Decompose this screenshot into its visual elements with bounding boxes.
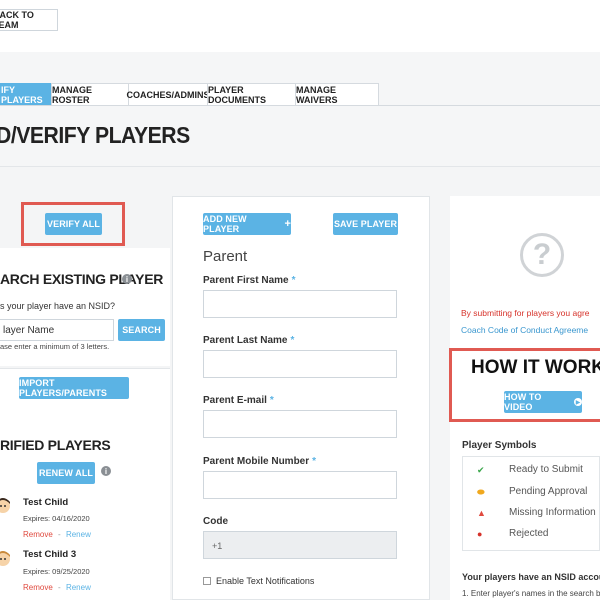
rejected-icon: ● <box>477 529 483 539</box>
label-text: Parent Mobile Number <box>203 456 310 467</box>
page-title: D/VERIFY PLAYERS <box>0 122 190 148</box>
renew-link[interactable]: Renew <box>66 530 91 539</box>
how-it-works-heading: HOW IT WORK <box>471 357 600 378</box>
player-expires: Expires: 09/25/2020 <box>23 567 90 576</box>
tab-player-documents[interactable]: PLAYER DOCUMENTS <box>207 83 296 106</box>
parent-mobile-input[interactable] <box>203 471 397 499</box>
required-mark: * <box>269 395 274 406</box>
text-notifications-label: Enable Text Notifications <box>216 576 315 586</box>
parent-mobile-label: Parent Mobile Number * <box>203 456 316 467</box>
symbol-label: Missing Information <box>509 507 596 518</box>
tab-manage-waivers[interactable]: MANAGE WAIVERS <box>295 83 379 106</box>
add-new-player-label: ADD NEW PLAYER <box>203 214 247 234</box>
required-mark: * <box>290 335 295 346</box>
symbol-label: Ready to Submit <box>509 464 583 475</box>
player-actions: Remove - Renew <box>23 583 91 592</box>
separator: - <box>58 530 61 539</box>
agreement-text: By submitting for players you agre <box>461 308 590 318</box>
parent-first-name-label: Parent First Name * <box>203 275 296 286</box>
renew-link[interactable]: Renew <box>66 583 91 592</box>
play-icon: ▶ <box>574 398 582 406</box>
tab-divider <box>0 105 600 106</box>
country-code-value: +1 <box>212 541 223 551</box>
coach-code-of-conduct-link[interactable]: Coach Code of Conduct Agreeme <box>461 325 588 335</box>
remove-link[interactable]: Remove <box>23 583 53 592</box>
verify-all-button[interactable]: VERIFY ALL <box>45 213 102 235</box>
verified-players-card <box>0 368 170 600</box>
player-avatar <box>0 496 12 514</box>
label-text: Parent Last Name <box>203 335 288 346</box>
nsid-heading: Your players have an NSID accou <box>462 572 600 582</box>
info-icon[interactable]: i <box>122 274 132 284</box>
label-text: Parent E-mail <box>203 395 267 406</box>
player-symbols-heading: Player Symbols <box>462 440 537 451</box>
player-name-search-input[interactable]: layer Name <box>0 319 114 341</box>
remove-link[interactable]: Remove <box>23 530 53 539</box>
add-new-player-button[interactable]: ADD NEW PLAYER + <box>203 213 291 235</box>
verified-players-heading: RIFIED PLAYERS <box>0 437 111 453</box>
parent-section-title: Parent <box>203 248 248 265</box>
separator: - <box>58 583 61 592</box>
player-expires: Expires: 04/16/2020 <box>23 514 90 523</box>
parent-first-name-input[interactable] <box>203 290 397 318</box>
player-name: Test Child <box>23 497 69 508</box>
player-avatar <box>0 549 12 567</box>
nsid-step-text: 1. Enter player's names in the search bo <box>462 589 600 598</box>
tab-coaches-admins[interactable]: COACHES/ADMINS <box>127 83 210 106</box>
label-text: Parent First Name <box>203 275 289 286</box>
how-to-video-button[interactable]: HOW TO VIDEO ▶ <box>504 391 582 413</box>
search-button[interactable]: SEARCH <box>118 319 165 341</box>
country-code-field: +1 <box>203 531 397 559</box>
info-icon[interactable]: i <box>101 466 111 476</box>
tab-bar: IFY PLAYERS MANAGE ROSTER COACHES/ADMINS… <box>0 83 379 106</box>
text-notifications-checkbox[interactable] <box>203 577 211 585</box>
parent-last-name-input[interactable] <box>203 350 397 378</box>
plus-icon: + <box>284 218 291 230</box>
parent-last-name-label: Parent Last Name * <box>203 335 294 346</box>
search-existing-heading-text: ARCH EXISTING PLAYER <box>0 271 164 287</box>
pending-icon: ⬬ <box>477 487 485 497</box>
warning-icon: ▲ <box>477 508 486 518</box>
parent-email-label: Parent E-mail * <box>203 395 274 406</box>
player-symbols-legend: ✔ Ready to Submit ⬬ Pending Approval ▲ M… <box>462 456 600 551</box>
player-name: Test Child 3 <box>23 549 77 560</box>
search-placeholder: layer Name <box>3 324 55 336</box>
search-hint: ase enter a minimum of 3 letters. <box>0 342 110 351</box>
player-actions: Remove - Renew <box>23 530 91 539</box>
code-label: Code <box>203 516 228 527</box>
top-bar: BACK TO TEAM <box>0 0 600 52</box>
parent-email-input[interactable] <box>203 410 397 438</box>
tab-verify-players[interactable]: IFY PLAYERS <box>0 83 52 106</box>
back-to-team-button[interactable]: BACK TO TEAM <box>0 9 58 31</box>
tab-manage-roster[interactable]: MANAGE ROSTER <box>51 83 129 106</box>
symbol-label: Pending Approval <box>509 486 588 497</box>
symbol-label: Rejected <box>509 528 549 539</box>
question-icon: ? <box>520 233 564 277</box>
how-to-video-label: HOW TO VIDEO <box>504 392 542 412</box>
nsid-question: s your player have an NSID? <box>0 301 116 311</box>
renew-all-button[interactable]: RENEW ALL <box>37 462 95 484</box>
save-player-button[interactable]: SAVE PLAYER <box>333 213 398 235</box>
check-icon: ✔ <box>477 465 485 475</box>
required-mark: * <box>312 456 317 467</box>
search-existing-heading: ARCH EXISTING PLAYER <box>0 271 163 287</box>
import-players-parents-button[interactable]: IMPORT PLAYERS/PARENTS <box>19 377 129 399</box>
required-mark: * <box>291 275 296 286</box>
